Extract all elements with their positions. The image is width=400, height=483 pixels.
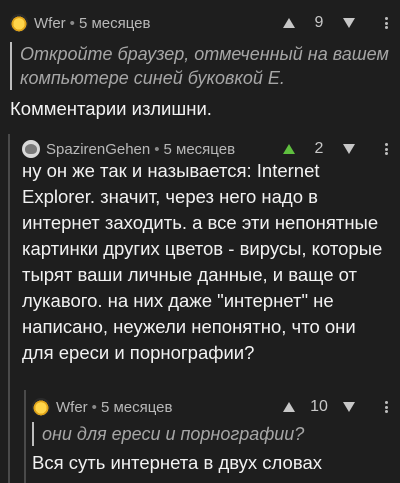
comment-text: ну он же так и называется: Internet Expl…	[22, 160, 383, 363]
score: 9	[314, 14, 324, 31]
thread-line[interactable]	[24, 390, 26, 483]
vote-controls: 9	[283, 12, 388, 34]
username[interactable]: SpazirenGehen	[46, 141, 150, 158]
separator: •	[91, 398, 97, 416]
upvote-icon[interactable]	[283, 144, 295, 154]
username[interactable]: Wfer	[56, 399, 88, 416]
username[interactable]: Wfer	[34, 15, 66, 32]
downvote-icon[interactable]	[343, 18, 355, 28]
comment-text: Комментарии излишни.	[10, 98, 212, 119]
score: 10	[310, 398, 328, 415]
more-options-icon[interactable]	[385, 401, 388, 413]
upvote-icon[interactable]	[283, 18, 295, 28]
comment-thread: Wfer • 5 месяцев 9 Откройте браузер, отм…	[0, 0, 400, 483]
timestamp: 5 месяцев	[100, 398, 173, 416]
timestamp: 5 месяцев	[78, 14, 151, 32]
avatar[interactable]	[22, 140, 40, 158]
avatar[interactable]	[10, 14, 28, 32]
more-options-icon[interactable]	[385, 17, 388, 29]
vote-controls: 2	[283, 138, 388, 160]
quote-block: Откройте браузер, отмеченный на вашем ко…	[10, 42, 390, 90]
score: 2	[314, 140, 324, 157]
thread-line[interactable]	[8, 134, 10, 483]
separator: •	[69, 14, 75, 32]
vote-controls: 10	[283, 396, 388, 418]
downvote-icon[interactable]	[343, 402, 355, 412]
upvote-icon[interactable]	[283, 402, 295, 412]
comment-text: Вся суть интернета в двух словах	[32, 452, 323, 473]
avatar[interactable]	[32, 398, 50, 416]
downvote-icon[interactable]	[343, 144, 355, 154]
quote-block: они для ереси и порнографии?	[32, 422, 372, 446]
separator: •	[154, 140, 160, 158]
more-options-icon[interactable]	[385, 143, 388, 155]
timestamp: 5 месяцев	[163, 140, 236, 158]
